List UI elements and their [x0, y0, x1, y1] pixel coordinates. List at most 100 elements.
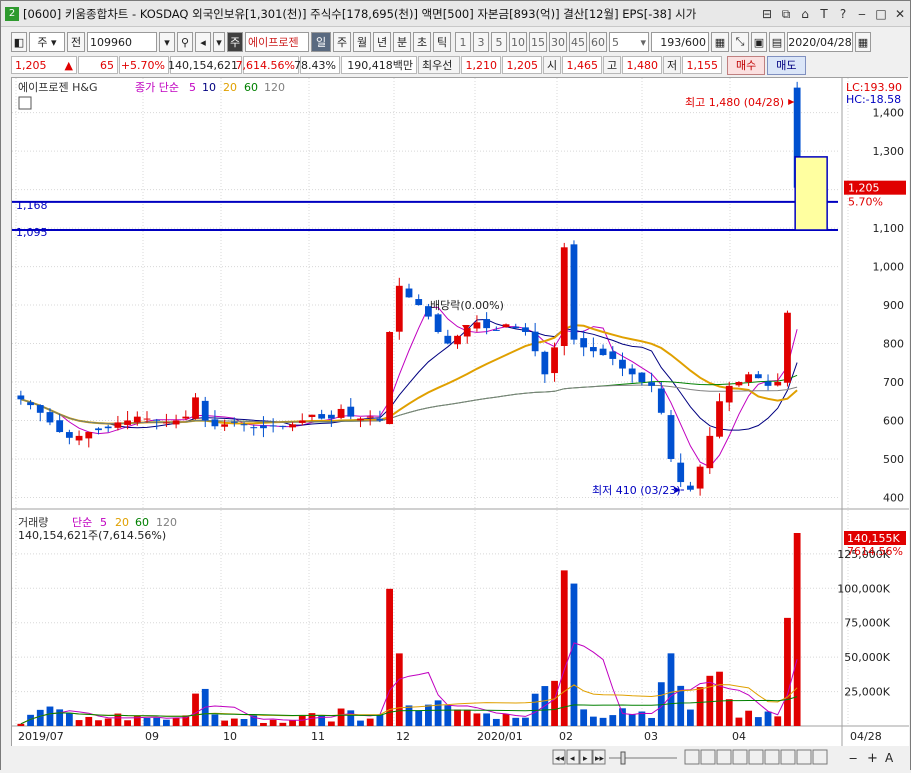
date-input[interactable]: 2020/04/28 [787, 32, 853, 52]
period-minute[interactable]: 분 [393, 32, 411, 52]
candle [85, 432, 93, 439]
volume-bar [17, 723, 25, 726]
volume-legend-ma120: 120 [156, 516, 177, 529]
minute-45[interactable]: 45 [569, 32, 587, 52]
volume-bar [492, 718, 500, 726]
scroll-end-button[interactable] [812, 749, 828, 765]
candle [75, 435, 83, 441]
volume-bar [327, 721, 335, 726]
volume-bar [745, 710, 753, 726]
period-second[interactable]: 초 [413, 32, 431, 52]
zoom-slider-handle[interactable] [620, 751, 626, 765]
candle [687, 485, 694, 490]
hline1-label: 1,168 [16, 199, 48, 212]
minute-60[interactable]: 60 [589, 32, 607, 52]
volume-bar [754, 717, 762, 726]
chart-area[interactable]: 4005006007008009001,0001,1001,2001,3001,… [11, 77, 909, 748]
count-input[interactable]: 193/600 [651, 32, 709, 52]
volume-bar [609, 715, 617, 726]
print-icon[interactable]: ▤ [769, 32, 785, 52]
candle [599, 348, 607, 356]
text-icon[interactable]: T [815, 5, 833, 23]
candle [27, 402, 34, 406]
candle [376, 418, 384, 421]
minute-select-value: 5 [612, 35, 619, 49]
candle [580, 338, 588, 348]
candle [279, 425, 287, 427]
price-legend-ma-label: 종가 단순 [135, 81, 179, 94]
candle [201, 400, 209, 421]
time-tick-label: 04/28 [850, 730, 882, 743]
minute-1[interactable]: 1 [455, 32, 471, 52]
volume-bar [95, 720, 102, 726]
minute-10[interactable]: 10 [509, 32, 527, 52]
bottom-controls[interactable]: ◂◂ ◂ ▸ ▸▸ ‒ + A [1, 746, 910, 770]
minute-15[interactable]: 15 [529, 32, 547, 52]
period-day[interactable]: 일 [311, 32, 331, 52]
minimize-icon[interactable]: ‒ [853, 5, 871, 23]
candle [308, 414, 316, 417]
chart-svg[interactable]: 4005006007008009001,0001,1001,2001,3001,… [12, 78, 909, 748]
chart-type-button[interactable] [796, 749, 812, 765]
zoom-out-icon[interactable]: ‒ [849, 751, 857, 766]
time-tick-label: 11 [311, 730, 325, 743]
draw-tool-icon[interactable]: ⤡ [731, 32, 749, 52]
sound-dropdown-icon[interactable]: ▾ [213, 32, 225, 52]
minute-30[interactable]: 30 [549, 32, 567, 52]
font-size-icon[interactable]: A [885, 751, 894, 765]
prev-button[interactable]: 전 [67, 32, 85, 52]
period-tick[interactable]: 틱 [433, 32, 451, 52]
stock-name: 에이프로젠 [245, 32, 309, 52]
next-page-icon: ▸ [583, 754, 588, 764]
sell-button[interactable]: 매도 [767, 55, 806, 75]
link-icon[interactable]: ⊟ [758, 5, 776, 23]
volume-bar [483, 713, 491, 726]
volume-bar [667, 653, 675, 726]
reset-button[interactable] [732, 749, 748, 765]
table-icon[interactable] [18, 96, 32, 110]
expand-button[interactable] [764, 749, 780, 765]
fit-button[interactable] [716, 749, 732, 765]
time-tick-label: 12 [396, 730, 410, 743]
turnover: 78.43% [294, 56, 340, 74]
volume-pct-tag: 7614.56% [847, 545, 903, 558]
volume-legend-ma60: 60 [135, 516, 149, 529]
scroll-left-button[interactable] [684, 749, 700, 765]
last-page-icon: ▸▸ [595, 754, 605, 764]
pin-icon[interactable]: ⌂ [796, 5, 814, 23]
maximize-icon[interactable]: □ [872, 5, 890, 23]
candle [754, 374, 762, 379]
period-year[interactable]: 년 [373, 32, 391, 52]
sound-icon[interactable]: ◂ [195, 32, 211, 52]
candle [366, 416, 374, 418]
grid-button[interactable] [780, 749, 796, 765]
volume-bar [230, 718, 238, 726]
chart-settings-icon[interactable]: ▦ [711, 32, 729, 52]
search-icon[interactable]: ⚲ [177, 32, 193, 52]
panel-icon[interactable]: ◧ [11, 32, 27, 52]
volume-bar [143, 717, 151, 726]
candle [531, 331, 539, 352]
minute-select[interactable]: 5 ▾ [609, 32, 649, 52]
mode-button[interactable] [748, 749, 764, 765]
period-week[interactable]: 주 [333, 32, 351, 52]
help-icon[interactable]: ? [834, 5, 852, 23]
save-icon[interactable]: ▣ [751, 32, 767, 52]
zoom-in-icon[interactable]: + [867, 751, 878, 766]
code-dropdown-icon[interactable]: ▾ [159, 32, 175, 52]
restore-icon[interactable]: ⧉ [777, 5, 795, 23]
volume-tick-label: 75,000K [844, 617, 890, 630]
volume-bar [454, 709, 461, 726]
period-type-select[interactable]: 주 ▾ [29, 32, 65, 52]
volume-current: 140,154,621주(7,614.56%) [18, 529, 166, 542]
period-month[interactable]: 월 [353, 32, 371, 52]
close-icon[interactable]: ✕ [891, 5, 909, 23]
scroll-right-button[interactable] [700, 749, 716, 765]
minute-5[interactable]: 5 [491, 32, 507, 52]
buy-button[interactable]: 매수 [727, 55, 766, 75]
price-legend-ma60: 60 [244, 81, 258, 94]
candle [454, 335, 461, 345]
calendar-icon[interactable]: ▦ [855, 32, 871, 52]
minute-3[interactable]: 3 [473, 32, 489, 52]
code-input[interactable]: 109960 [87, 32, 157, 52]
